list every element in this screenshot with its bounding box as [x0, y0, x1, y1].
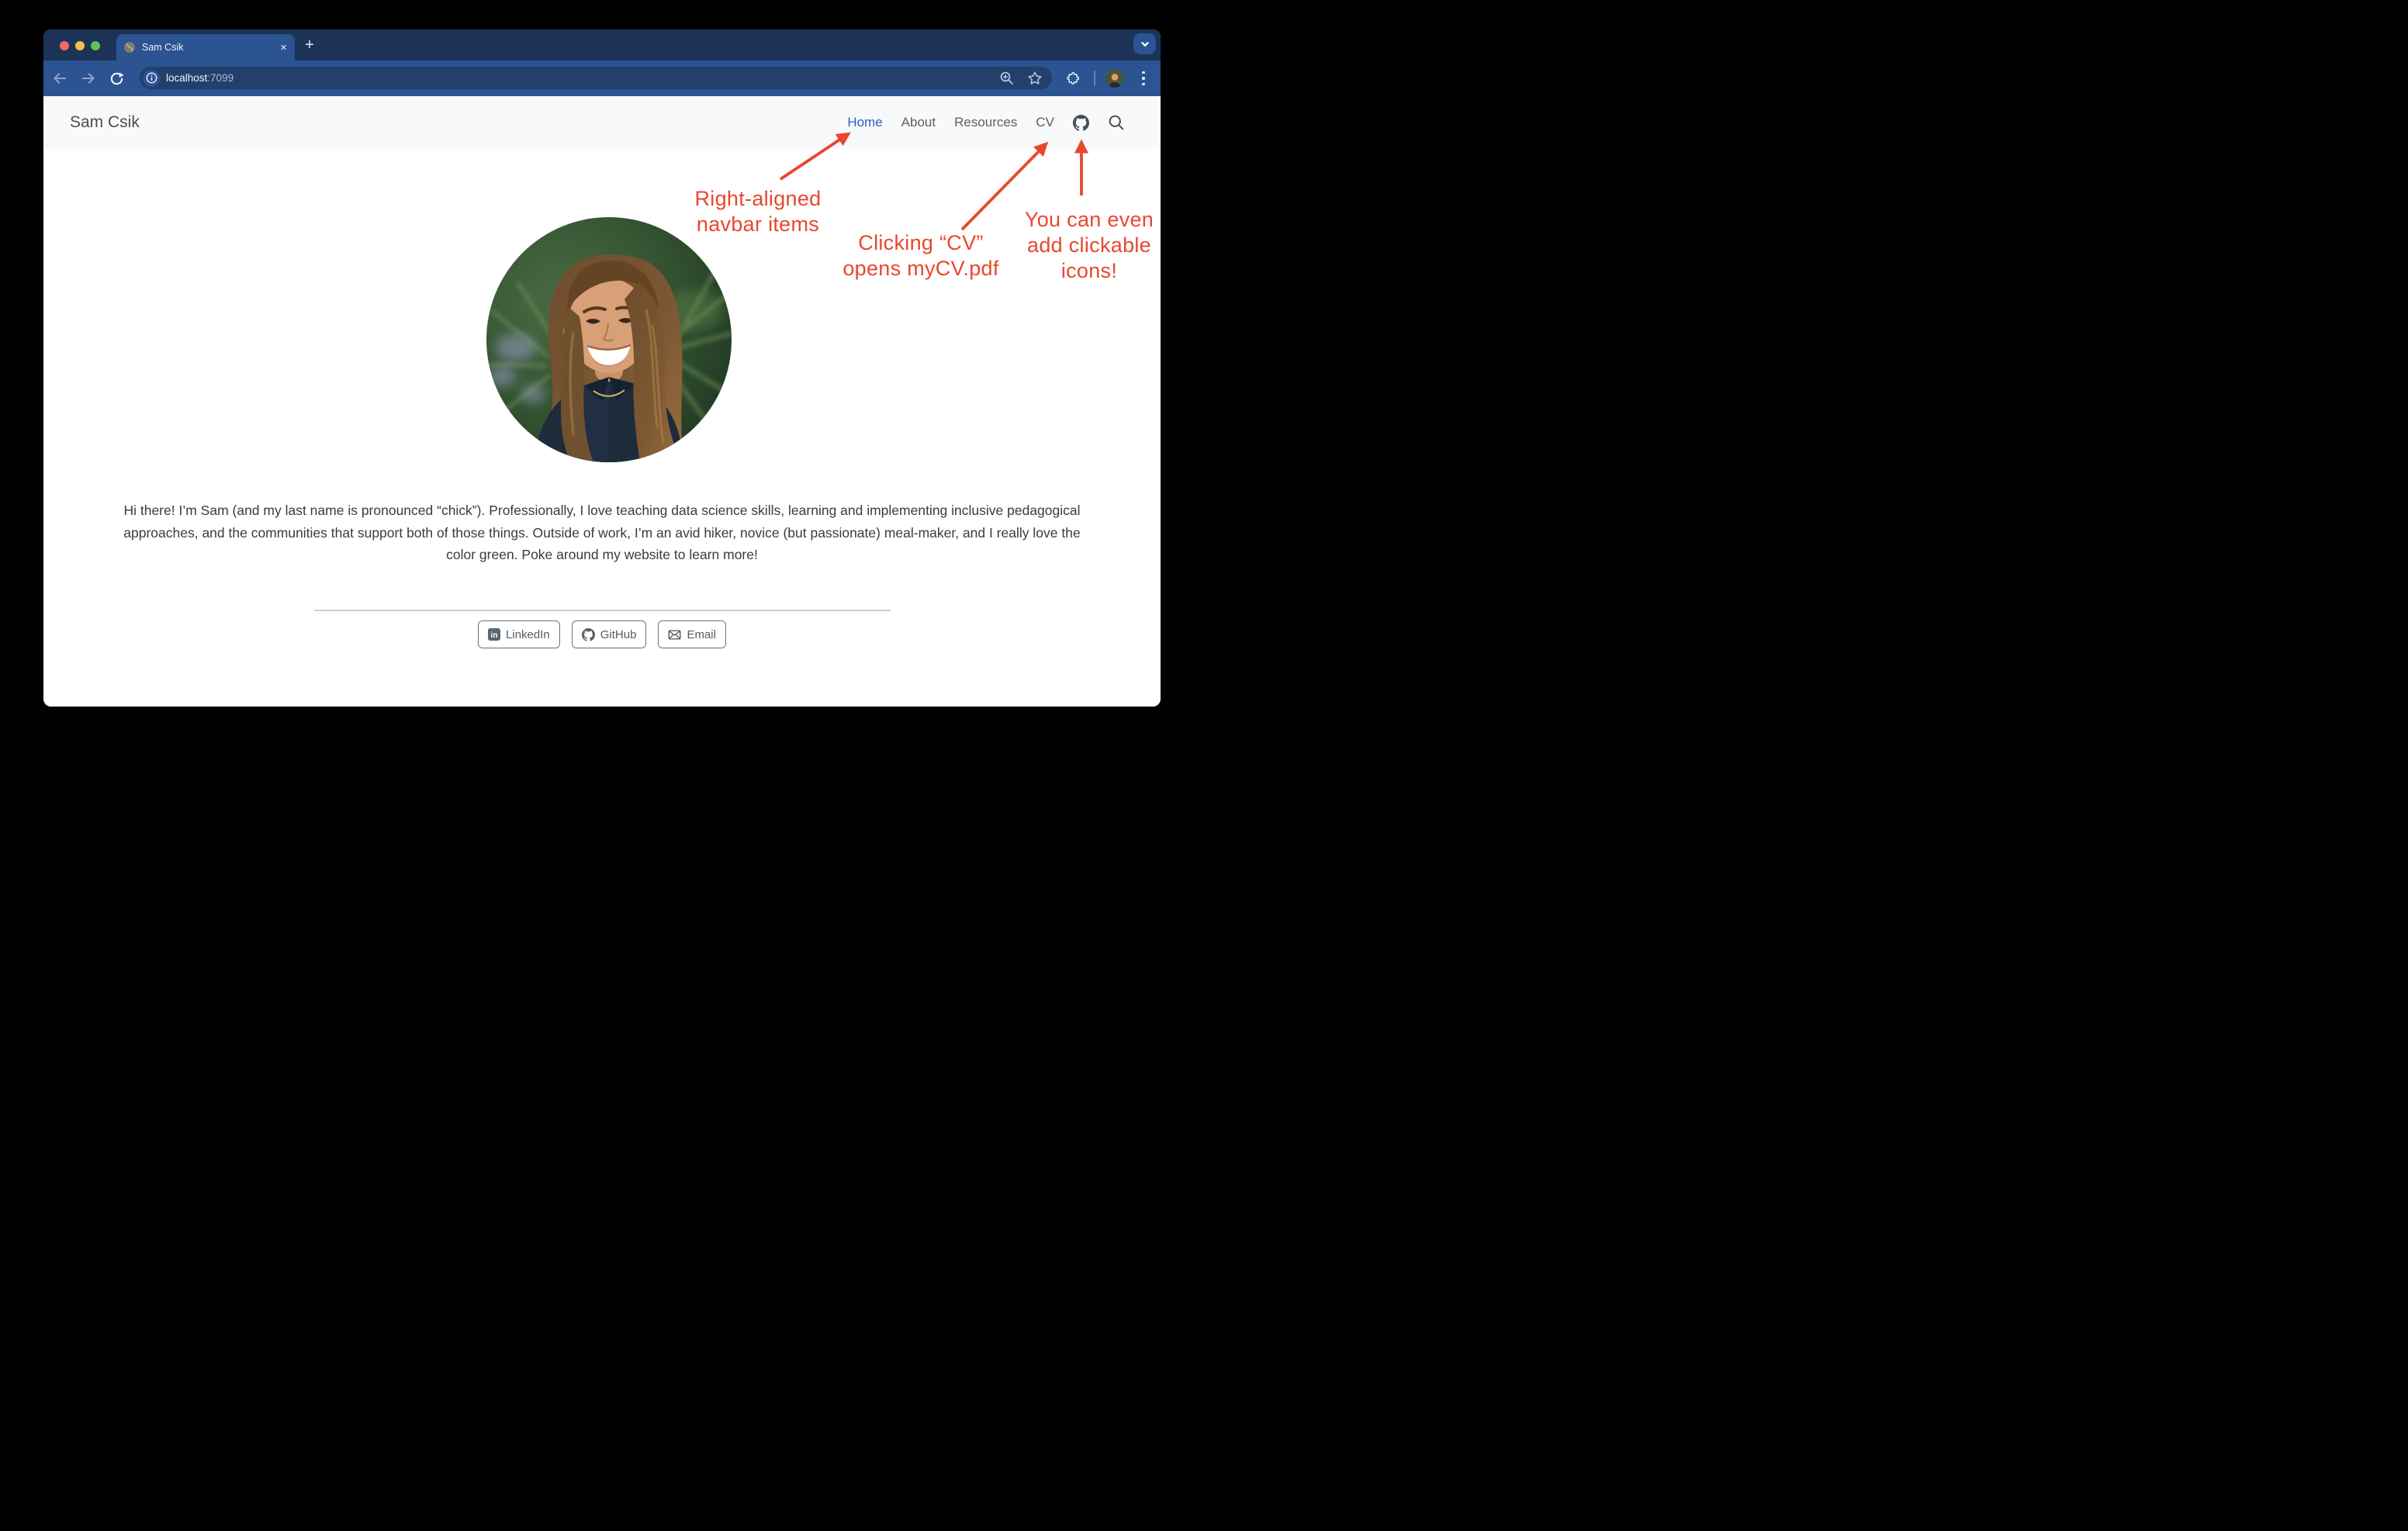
kebab-dot — [1142, 77, 1145, 80]
nav-search-button[interactable] — [1108, 114, 1125, 131]
reload-button[interactable] — [105, 60, 128, 96]
site-title: Sam Csik — [70, 113, 140, 132]
linkedin-label: LinkedIn — [506, 628, 550, 641]
linkedin-icon: in — [488, 628, 500, 641]
forward-button[interactable] — [77, 60, 100, 96]
browser-profile-avatar[interactable] — [1105, 69, 1124, 88]
extensions-puzzle-icon — [1066, 71, 1081, 86]
address-bar[interactable]: localhost:7099 — [140, 67, 1052, 89]
annotation-line: add clickable — [1012, 233, 1161, 258]
annotation-cv: Clicking “CV” opens myCV.pdf — [812, 230, 1029, 282]
zoom-icon[interactable] — [999, 71, 1015, 86]
extensions-button[interactable] — [1062, 60, 1085, 96]
window-controls — [60, 41, 100, 50]
web-page: Sam Csik Home About Resources CV — [43, 96, 1161, 707]
info-icon — [146, 72, 157, 84]
profile-photo — [486, 217, 732, 462]
annotation-line: Right-aligned — [657, 186, 859, 212]
bio-line: approaches, and the communities that sup… — [43, 522, 1161, 544]
back-arrow-icon — [52, 71, 67, 86]
nav-item-about[interactable]: About — [901, 115, 936, 130]
annotation-icons: You can even add clickable icons! — [1012, 207, 1161, 284]
email-label: Email — [687, 628, 716, 641]
tab-close-icon[interactable]: × — [280, 42, 287, 54]
back-button[interactable] — [48, 60, 71, 96]
kebab-dot — [1142, 71, 1145, 74]
bookmark-star-icon[interactable] — [1027, 71, 1043, 86]
fullscreen-window-button[interactable] — [91, 41, 100, 50]
forward-arrow-icon — [81, 71, 96, 86]
github-button[interactable]: GitHub — [572, 620, 647, 648]
avatar-photo — [1105, 69, 1124, 88]
annotation-line: opens myCV.pdf — [812, 256, 1029, 282]
site-header: Sam Csik Home About Resources CV — [43, 96, 1161, 149]
tab-search-chevron-button[interactable] — [1133, 33, 1156, 54]
annotation-line: You can even — [1012, 207, 1161, 233]
github-label: GitHub — [600, 628, 637, 641]
browser-menu-button[interactable] — [1140, 60, 1147, 96]
url-text: localhost:7099 — [166, 72, 234, 84]
reload-icon — [109, 71, 124, 86]
nav-item-home[interactable]: Home — [847, 115, 882, 130]
browser-tab[interactable]: Sam Csik × — [116, 34, 295, 60]
nav-github-link[interactable] — [1073, 115, 1089, 131]
minimize-window-button[interactable] — [75, 41, 85, 50]
bio-line: color green. Poke around my website to l… — [43, 544, 1161, 566]
linkedin-button[interactable]: in LinkedIn — [478, 620, 560, 648]
nav-item-resources[interactable]: Resources — [954, 115, 1017, 130]
chevron-down-icon — [1140, 39, 1150, 50]
annotation-line: icons! — [1012, 258, 1161, 284]
kebab-dot — [1142, 83, 1145, 86]
svg-text:in: in — [491, 631, 498, 640]
site-info-button[interactable] — [143, 70, 160, 87]
toolbar-divider — [1094, 71, 1095, 86]
url-port: :7099 — [207, 72, 234, 84]
navbar: Home About Resources CV — [847, 114, 1125, 131]
new-tab-button[interactable]: + — [300, 36, 319, 54]
section-divider — [314, 610, 891, 611]
github-icon — [1073, 115, 1089, 131]
close-window-button[interactable] — [60, 41, 69, 50]
bio-line: Hi there! I’m Sam (and my last name is p… — [43, 499, 1161, 522]
bio-paragraph: Hi there! I’m Sam (and my last name is p… — [43, 499, 1161, 566]
nav-item-cv[interactable]: CV — [1036, 115, 1054, 130]
url-host: localhost — [166, 72, 207, 84]
social-links-row: in LinkedIn GitHub Email — [43, 620, 1161, 648]
browser-toolbar: localhost:7099 — [43, 60, 1161, 96]
email-icon — [668, 628, 681, 641]
email-button[interactable]: Email — [658, 620, 726, 648]
search-icon — [1108, 114, 1125, 131]
tab-title: Sam Csik — [142, 42, 280, 53]
annotation-line: Clicking “CV” — [812, 230, 1029, 256]
tab-strip: Sam Csik × + — [43, 29, 1161, 60]
globe-favicon-icon — [123, 41, 136, 54]
github-icon — [582, 628, 595, 641]
browser-window: Sam Csik × + — [43, 29, 1161, 707]
